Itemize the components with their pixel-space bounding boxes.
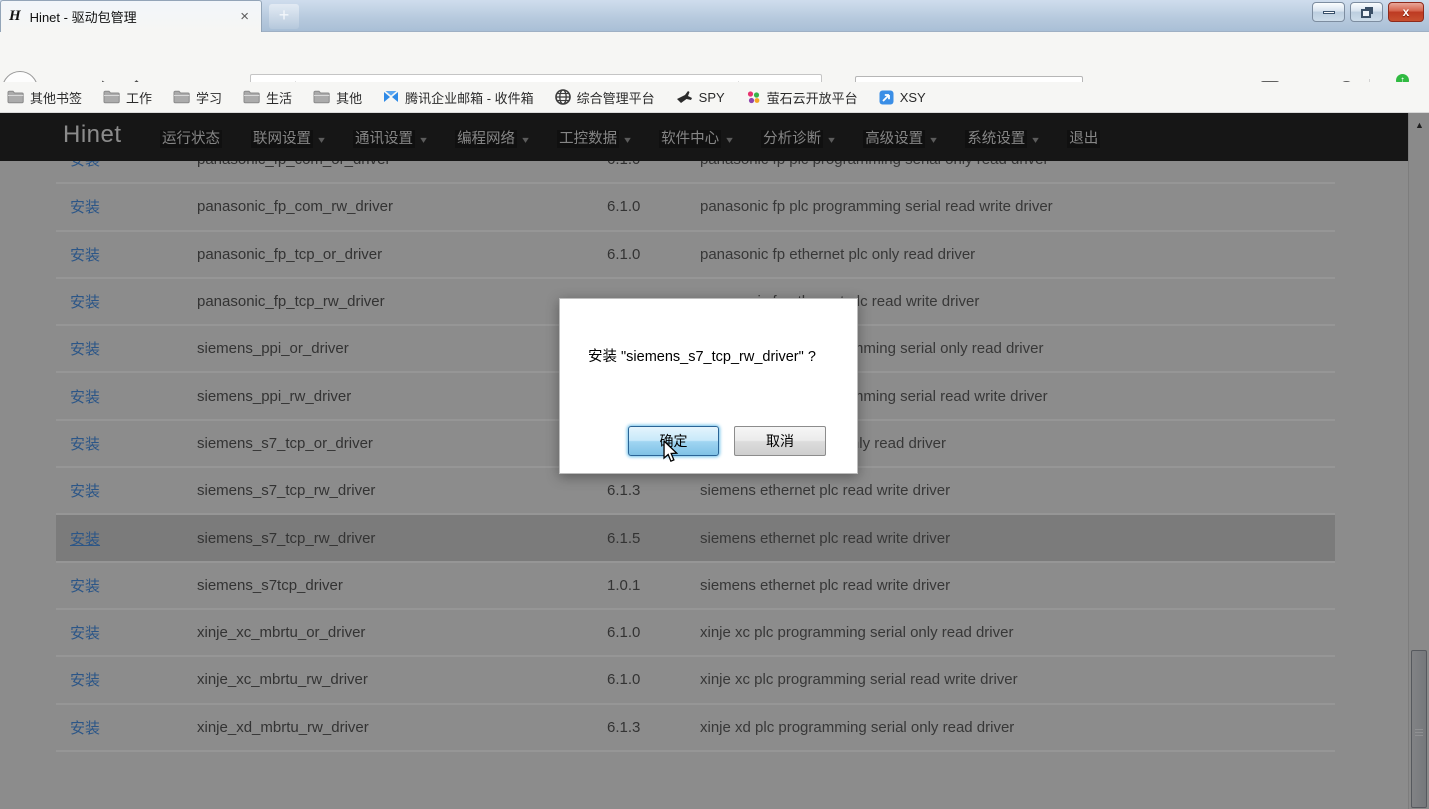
bookmark-label: 萤石云开放平台: [767, 88, 858, 107]
close-window-button[interactable]: x: [1388, 2, 1424, 22]
browser-toolbar: ← → 192.168.9.99/cgi-bin/luci/;stok=489f…: [0, 32, 1429, 82]
browser-tab[interactable]: H Hinet - 驱动包管理 ×: [0, 0, 262, 32]
bookmark-label: 工作: [126, 88, 152, 107]
install-confirm-dialog: 安装 "siemens_s7_tcp_rw_driver" ? 确定 取消: [559, 298, 858, 474]
folder-icon: [103, 90, 120, 104]
new-tab-button[interactable]: +: [269, 4, 299, 29]
minimize-button[interactable]: [1312, 2, 1345, 22]
mouse-cursor: [662, 441, 679, 463]
dialog-message: 安装 "siemens_s7_tcp_rw_driver" ?: [588, 345, 816, 366]
bookmark-item[interactable]: SPY: [676, 90, 725, 105]
folder-icon: [173, 90, 190, 104]
bookmark-item[interactable]: 综合管理平台: [555, 88, 655, 107]
spy-icon: [676, 90, 693, 104]
bookmark-item[interactable]: 生活: [243, 88, 292, 107]
page-viewport: Hinet 运行状态联网设置▾通讯设置▾编程网络▾工控数据▾软件中心▾分析诊断▾…: [0, 113, 1429, 809]
bookmark-label: XSY: [900, 90, 926, 105]
bookmark-label: SPY: [699, 90, 725, 105]
bookmark-label: 腾讯企业邮箱 - 收件箱: [405, 88, 534, 107]
globe-icon: [555, 89, 571, 105]
tab-title: Hinet - 驱动包管理: [30, 7, 237, 26]
bookmark-item[interactable]: XSY: [879, 90, 926, 105]
minimize-icon: [1323, 11, 1335, 14]
bookmark-label: 其他书签: [30, 88, 82, 107]
bookmark-item[interactable]: 萤石云开放平台: [746, 88, 858, 107]
bookmark-label: 其他: [336, 88, 362, 107]
bookmarks-bar: 其他书签 工作 学习 生活 其他 腾讯企业邮箱 - 收件箱 综合管理平台 SPY 萤石云开放平台…: [0, 82, 1429, 113]
bookmark-item[interactable]: 其他: [313, 88, 362, 107]
exmail-icon: [383, 90, 399, 104]
restore-icon: [1361, 9, 1371, 18]
bookmark-item[interactable]: 学习: [173, 88, 222, 107]
browser-window: H Hinet - 驱动包管理 × + x ← → 192.16: [0, 0, 1429, 809]
bookmark-item[interactable]: 工作: [103, 88, 152, 107]
ezviz-icon: [746, 90, 761, 105]
tab-close-icon[interactable]: ×: [236, 8, 253, 25]
restore-button[interactable]: [1350, 2, 1383, 22]
folder-icon: [313, 90, 330, 104]
cancel-button[interactable]: 取消: [734, 426, 826, 456]
window-controls: x: [1307, 2, 1424, 22]
bookmark-item[interactable]: 其他书签: [7, 88, 82, 107]
folder-icon: [243, 90, 260, 104]
site-favicon-icon: H: [9, 8, 21, 25]
title-bar: H Hinet - 驱动包管理 × + x: [0, 0, 1429, 32]
bookmark-label: 综合管理平台: [577, 88, 655, 107]
folder-icon: [7, 90, 24, 104]
bookmark-label: 生活: [266, 88, 292, 107]
bookmark-label: 学习: [196, 88, 222, 107]
bookmark-item[interactable]: 腾讯企业邮箱 - 收件箱: [383, 88, 534, 107]
close-window-icon: x: [1403, 5, 1410, 19]
xsy-icon: [879, 90, 894, 105]
